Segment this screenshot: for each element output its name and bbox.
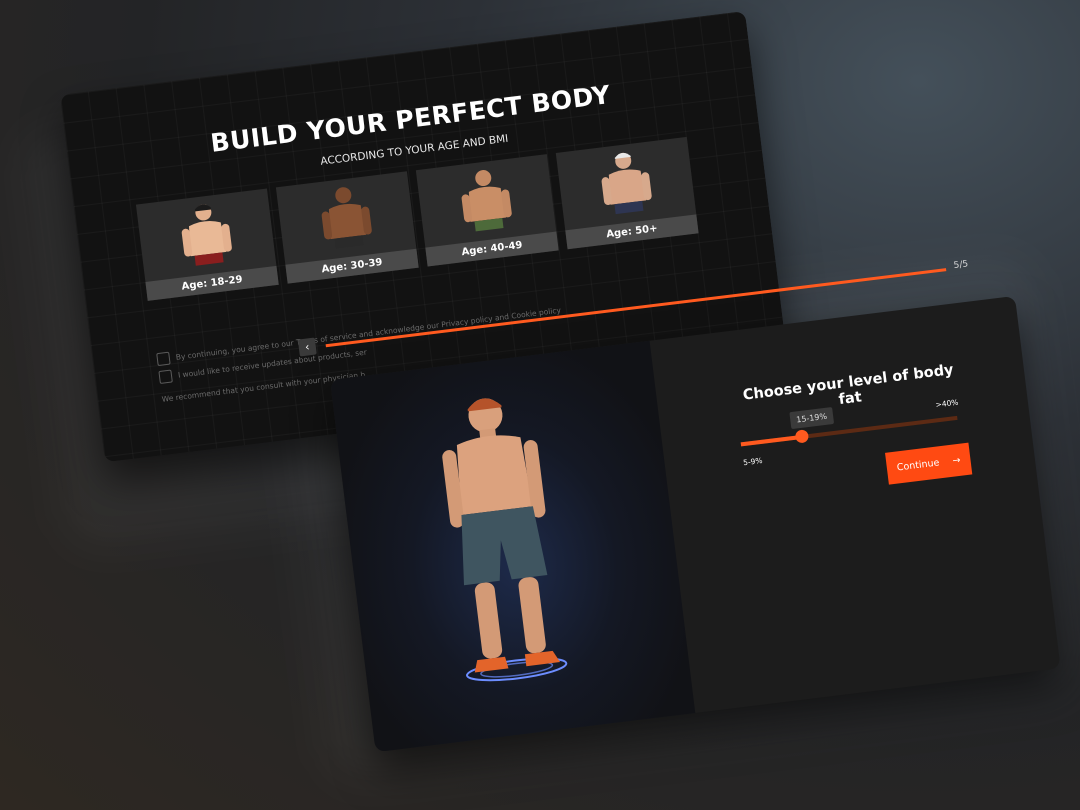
adult-man-figure-icon — [321, 187, 372, 249]
back-button[interactable]: ‹ — [297, 337, 317, 357]
age-options: Age: 18-29 Age: 30-39 Age: 40-49 Age: 50… — [135, 136, 699, 301]
continue-button[interactable]: Continue → — [885, 442, 973, 485]
body-preview-pane — [330, 340, 696, 753]
slider-max-label: >40% — [934, 397, 959, 410]
age-option-18-29[interactable]: Age: 18-29 — [135, 188, 279, 301]
slider-fill — [740, 434, 802, 447]
age-option-50-plus[interactable]: Age: 50+ — [555, 136, 699, 250]
man-figure-illustration — [442, 398, 568, 682]
arrow-right-icon: → — [951, 454, 962, 467]
terms-consent-text: By continuing, you agree to our Terms of… — [175, 305, 562, 362]
age-option-30-39[interactable]: Age: 30-39 — [275, 171, 419, 284]
step-counter: 5/5 — [953, 259, 969, 272]
chevron-left-icon: ‹ — [304, 340, 311, 354]
slider-value-bubble: 15-19% — [789, 407, 834, 430]
body-fat-slider[interactable] — [740, 415, 958, 447]
body-fat-question: Choose your level of body fat — [742, 362, 955, 409]
age-option-40-49[interactable]: Age: 40-49 — [415, 154, 559, 267]
older-man-figure-icon — [601, 152, 652, 215]
terms-checkbox[interactable] — [156, 351, 171, 367]
continue-label: Continue — [896, 456, 940, 474]
middle-aged-man-figure-icon — [461, 170, 512, 232]
slider-min-label: 5-9% — [742, 455, 763, 468]
updates-checkbox[interactable] — [158, 369, 173, 384]
slider-thumb[interactable] — [794, 429, 810, 444]
young-man-figure-icon — [181, 204, 232, 266]
